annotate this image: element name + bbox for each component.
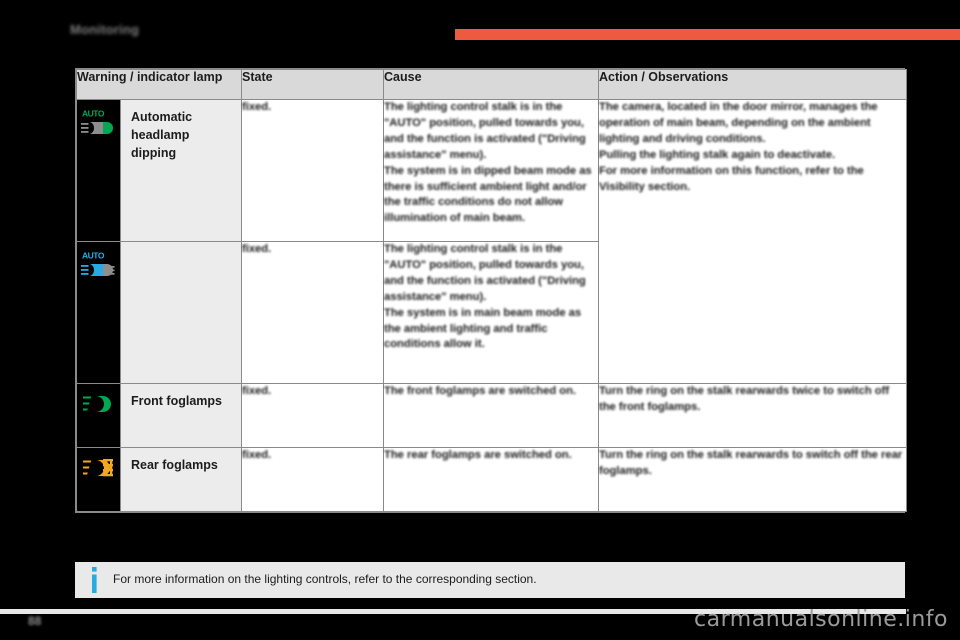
indicator-lamp-table: Warning / indicator lamp State Cause Act… — [75, 68, 907, 513]
lamp-cell-front-foglamps: Front foglamps — [76, 383, 242, 448]
state-cell: fixed. — [241, 383, 384, 448]
front-foglamp-green-icon — [82, 396, 111, 412]
column-header-warning-lamp: Warning / indicator lamp — [76, 69, 242, 100]
action-value: The camera, located in the door mirror, … — [599, 101, 878, 193]
lamp-label: Rear foglamps — [121, 448, 241, 511]
rear-foglamp-amber-icon — [82, 459, 113, 477]
cause-value: The lighting control stalk is in the "AU… — [384, 101, 592, 225]
action-cell: The camera, located in the door mirror, … — [598, 99, 907, 384]
auto-main-beam-blue-icon: AUTO — [80, 251, 114, 276]
cause-value: The lighting control stalk is in the "AU… — [384, 243, 586, 351]
table-header-row: Warning / indicator lamp State Cause Act… — [76, 69, 907, 100]
action-cell: Turn the ring on the stalk rearwards twi… — [598, 383, 907, 448]
cause-value: The front foglamps are switched on. — [384, 385, 577, 397]
auto-dipped-beam-green-icon: AUTO — [80, 109, 113, 134]
column-header-cause: Cause — [383, 69, 599, 100]
column-header-action: Action / Observations — [598, 69, 907, 100]
state-value: fixed. — [242, 385, 272, 397]
header-rule — [455, 29, 960, 40]
table-row: Rear foglamps fixed. The rear foglamps a… — [76, 447, 907, 512]
page-number: 88 — [28, 614, 42, 628]
table-row: AUTO — [76, 99, 907, 384]
chapter-title: Monitoring — [70, 22, 140, 37]
icon-box — [77, 384, 121, 447]
lamp-cell-automatic-headlamp-dipping: AUTO Automatic headlamp dipping — [76, 99, 242, 242]
action-value: Turn the ring on the stalk rearwards to … — [599, 449, 903, 477]
icon-box — [77, 448, 121, 511]
state-cell: fixed. — [241, 241, 384, 384]
state-value: fixed. — [242, 101, 272, 113]
lamp-label: Automatic headlamp dipping — [121, 100, 241, 241]
lamp-label — [121, 242, 241, 383]
state-cell: fixed. — [241, 447, 384, 512]
information-icon — [75, 567, 113, 593]
state-cell: fixed. — [241, 99, 384, 242]
cause-cell: The lighting control stalk is in the "AU… — [383, 99, 599, 242]
lamp-cell-automatic-main-beam: AUTO — [76, 241, 242, 384]
cause-cell: The rear foglamps are switched on. — [383, 447, 599, 512]
icon-box: AUTO — [77, 242, 121, 383]
cause-value: The rear foglamps are switched on. — [384, 449, 572, 461]
cause-cell: The front foglamps are switched on. — [383, 383, 599, 448]
svg-text:AUTO: AUTO — [82, 109, 105, 119]
action-cell: Turn the ring on the stalk rearwards to … — [598, 447, 907, 512]
manual-page: Monitoring Warning / indicator lamp Stat… — [0, 0, 960, 640]
column-header-state: State — [241, 69, 384, 100]
cause-cell: The lighting control stalk is in the "AU… — [383, 241, 599, 384]
icon-box: AUTO — [77, 100, 121, 241]
svg-text:AUTO: AUTO — [82, 251, 105, 261]
site-watermark: carmanualsonline.info — [694, 607, 948, 632]
lamp-cell-rear-foglamps: Rear foglamps — [76, 447, 242, 512]
info-note: For more information on the lighting con… — [75, 562, 905, 598]
state-value: fixed. — [242, 449, 272, 461]
lamp-label: Front foglamps — [121, 384, 241, 447]
state-value: fixed. — [242, 243, 272, 255]
action-value: Turn the ring on the stalk rearwards twi… — [599, 385, 890, 413]
table-row: Front foglamps fixed. The front foglamps… — [76, 383, 907, 448]
info-note-text: For more information on the lighting con… — [113, 572, 537, 587]
